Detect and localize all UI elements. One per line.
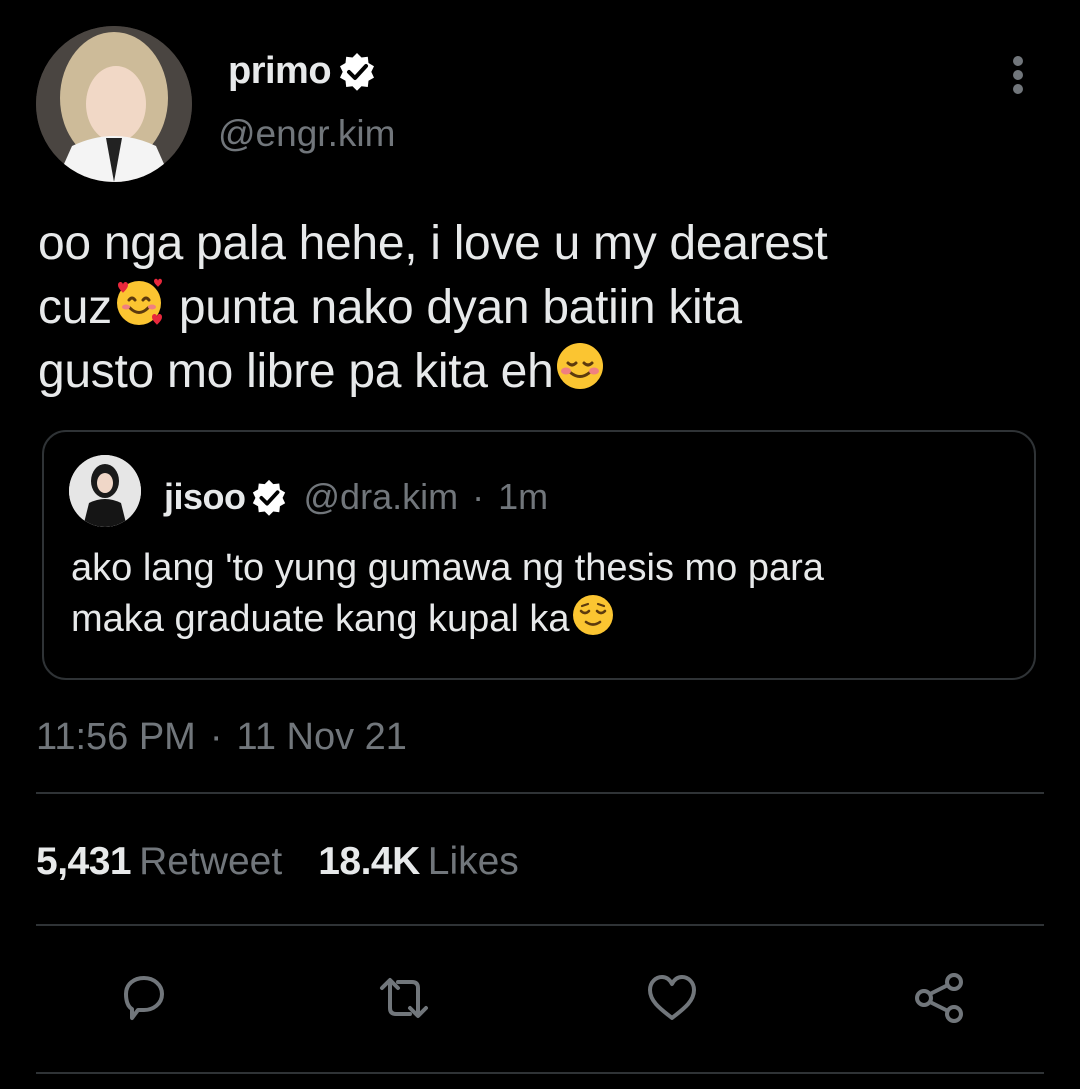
tweet-line: cuz punta nako dyan batiin kita: [38, 275, 1048, 339]
share-icon: [915, 973, 963, 1023]
author-name-row[interactable]: primo: [228, 46, 377, 96]
like-icon: [648, 975, 696, 1020]
timestamp-time: 11:56 PM: [36, 716, 196, 758]
engagement-stats: 5,431 Retweet 18.4K Likes: [36, 840, 519, 884]
tweet-timestamp[interactable]: 11:56 PM · 11 Nov 21: [36, 716, 407, 759]
likes-label: Likes: [427, 840, 519, 883]
verified-badge-icon: [337, 51, 377, 91]
smiling-face-emoji-icon: [553, 339, 607, 393]
like-button[interactable]: [640, 966, 704, 1030]
tweet-line: oo nga pala hehe, i love u my dearest: [38, 217, 828, 270]
tweet-text-fragment: punta nako dyan batiin kita: [165, 281, 742, 334]
quote-tweet-card[interactable]: jisoo @dra.kim · 1m ako lang 'to yung gu…: [42, 430, 1036, 680]
retweet-icon: [380, 978, 428, 1018]
retweets-count: 5,431: [36, 840, 132, 883]
reply-icon: [124, 976, 164, 1020]
quote-separator: ·: [472, 476, 485, 517]
tweet-line: gusto mo libre pa kita eh: [38, 339, 1048, 403]
quote-time[interactable]: 1m: [498, 476, 548, 518]
divider: [36, 924, 1044, 926]
retweets-label: Retweet: [139, 840, 283, 883]
reply-button[interactable]: [110, 966, 174, 1030]
timestamp-separator: ·: [209, 716, 223, 758]
quote-display-name[interactable]: jisoo: [164, 476, 246, 518]
retweet-button[interactable]: [372, 966, 436, 1030]
quote-line: ako lang 'to yung gumawa ng thesis mo pa…: [71, 547, 824, 589]
quote-text: ako lang 'to yung gumawa ng thesis mo pa…: [71, 544, 1001, 643]
likes-stat[interactable]: 18.4K Likes: [318, 840, 519, 883]
quote-handle[interactable]: @dra.kim: [304, 476, 459, 518]
likes-count: 18.4K: [318, 840, 420, 883]
author-avatar[interactable]: [36, 26, 192, 182]
avatar-image: [36, 26, 192, 182]
divider: [36, 792, 1044, 794]
quote-line: maka graduate kang kupal ka: [71, 592, 1001, 643]
tweet-text-fragment: cuz: [38, 281, 112, 334]
timestamp-date: 11 Nov 21: [236, 716, 407, 758]
smiling-face-with-hearts-emoji-icon: [112, 275, 166, 329]
tweet-text: oo nga pala hehe, i love u my dearest cu…: [38, 212, 1048, 403]
tweet-text-fragment: gusto mo libre pa kita eh: [38, 345, 554, 398]
quote-text-fragment: maka graduate kang kupal ka: [71, 598, 570, 640]
quote-avatar-image: [69, 455, 141, 527]
verified-badge-icon: [250, 478, 288, 516]
quote-header: jisoo @dra.kim · 1m: [164, 474, 548, 520]
divider: [36, 1072, 1044, 1074]
quote-author-avatar[interactable]: [69, 455, 141, 527]
relieved-face-emoji-icon: [570, 592, 616, 638]
author-handle[interactable]: @engr.kim: [218, 113, 395, 155]
share-button[interactable]: [908, 966, 972, 1030]
retweets-stat[interactable]: 5,431 Retweet: [36, 840, 282, 883]
author-display-name[interactable]: primo: [228, 50, 332, 93]
more-options-icon[interactable]: [1000, 52, 1036, 102]
